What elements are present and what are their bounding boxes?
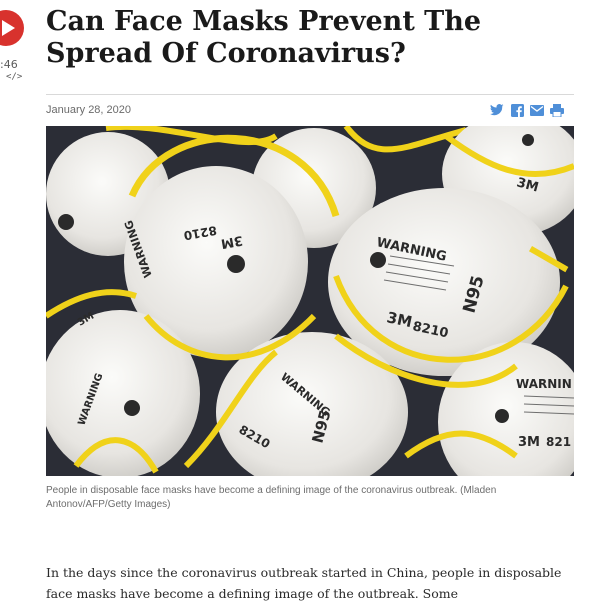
article-title: Can Face Masks Prevent The Spread Of Cor… xyxy=(46,6,482,69)
twitter-icon[interactable] xyxy=(490,103,504,117)
embed-button[interactable]: </> xyxy=(6,72,22,82)
mask-brand-text-3: 3M xyxy=(518,435,540,450)
article-date: January 28, 2020 xyxy=(46,104,132,116)
share-bar xyxy=(490,103,564,117)
play-button[interactable] xyxy=(0,10,24,46)
mask-warning-text-4: WARNIN xyxy=(516,377,572,391)
print-icon[interactable] xyxy=(550,103,564,117)
email-icon[interactable] xyxy=(530,103,544,117)
audio-time: :46 xyxy=(0,58,18,71)
divider xyxy=(46,94,574,95)
article-body: In the days since the coronavirus outbre… xyxy=(46,565,562,601)
article-photo: WARNING 3M 8210 N95 WARNING 8210 3M WARN… xyxy=(46,126,574,476)
facebook-icon[interactable] xyxy=(510,103,524,117)
photo-caption: People in disposable face masks have bec… xyxy=(46,485,497,510)
mask-model-text-4: 821 xyxy=(546,435,571,449)
